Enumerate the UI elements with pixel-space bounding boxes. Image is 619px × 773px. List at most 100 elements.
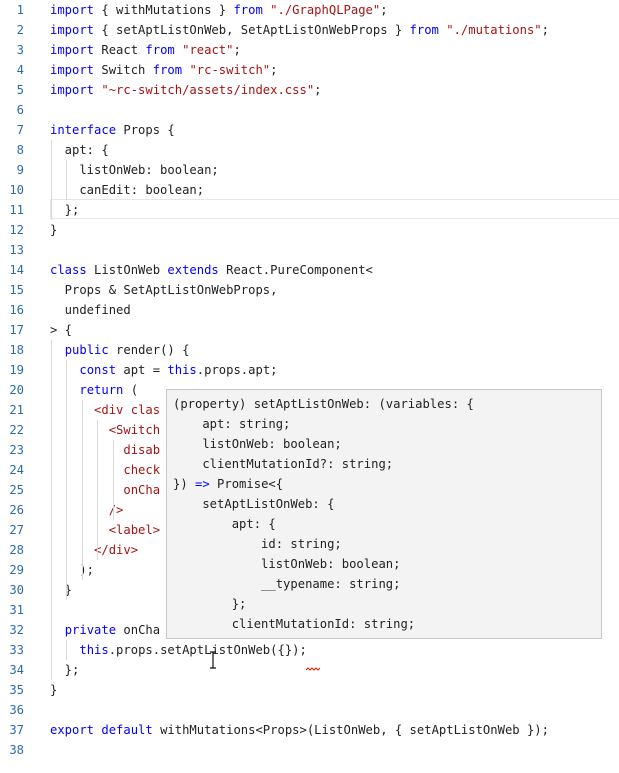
code-text: }; [50, 200, 80, 220]
code-line[interactable]: 38 [0, 740, 619, 760]
code-token: React.PureComponent< [218, 263, 373, 277]
code-token: "~rc-switch/assets/index.css" [101, 83, 315, 97]
line-number: 19 [9, 363, 24, 377]
code-line[interactable]: 36 [0, 700, 619, 720]
code-line[interactable]: 37 export default withMutations<Props>(Li… [0, 720, 619, 740]
code-text: public render() { [50, 340, 190, 360]
tooltip-line: __typename: string; [173, 574, 400, 594]
code-token: clas [130, 403, 161, 417]
code-line[interactable]: 11 }; [0, 200, 619, 220]
indent-guide [66, 640, 68, 660]
code-line[interactable]: 9 listOnWeb: boolean; [0, 160, 619, 180]
code-token: ( [123, 383, 139, 397]
code-line[interactable]: 15 Props & SetAptListOnWebProps, [0, 280, 619, 300]
tooltip-line: listOnWeb: boolean; [173, 434, 342, 454]
code-line[interactable]: 12} [0, 220, 619, 240]
code-line[interactable]: 13 [0, 240, 619, 260]
code-line[interactable]: 10 canEdit: boolean; [0, 180, 619, 200]
code-token: listOnWeb: boolean; [173, 437, 342, 451]
line-number: 38 [9, 743, 24, 757]
code-token: <div [94, 403, 124, 417]
code-token: disab [123, 443, 161, 457]
code-token: .props.apt; [196, 363, 278, 377]
code-token: import [50, 23, 95, 37]
code-text: interface Props { [50, 120, 175, 140]
code-token: .props.setAptListOnWeb({}); [108, 643, 307, 657]
tooltip-line: }) => Promise<{ [173, 474, 283, 494]
code-token: apt: { [50, 143, 109, 157]
line-number: 22 [9, 423, 24, 437]
code-token: }; [50, 203, 80, 217]
code-token: ; [380, 3, 388, 17]
code-token: } [50, 583, 73, 597]
line-number: 3 [16, 43, 24, 57]
code-text: listOnWeb: boolean; [50, 160, 219, 180]
code-token: ); [50, 563, 95, 577]
code-token: "./mutations" [446, 23, 542, 37]
code-token: public [64, 343, 109, 357]
tooltip-line: }; [173, 594, 247, 614]
line-number: 24 [9, 463, 24, 477]
tooltip-line: (property) setAptListOnWeb: (variables: … [173, 394, 474, 414]
code-line[interactable]: 3 import React from "react"; [0, 40, 619, 60]
code-token: listOnWeb: boolean; [173, 557, 401, 571]
code-line[interactable]: 17 > { [0, 320, 619, 340]
code-line[interactable]: 33 this.props.setAptListOnWeb({}); [0, 640, 619, 660]
code-token: withMutations<Props>(ListOnWeb, { setApt… [152, 723, 549, 737]
code-text: import { withMutations } from "./GraphQL… [50, 0, 388, 20]
code-line[interactable]: 16 undefined [0, 300, 619, 320]
code-token: listOnWeb: boolean; [50, 163, 219, 177]
code-token: __typename: string; [173, 577, 401, 591]
line-number: 5 [16, 83, 24, 97]
code-token: ; [233, 43, 241, 57]
code-line[interactable]: 7 interface Props { [0, 120, 619, 140]
line-number: 16 [9, 303, 24, 317]
code-text: import Switch from "rc-switch"; [50, 60, 278, 80]
code-token: }; [173, 597, 247, 611]
line-number: 14 [9, 263, 24, 277]
code-text: this.props.setAptListOnWeb({}); [50, 640, 307, 660]
code-token: from [145, 43, 175, 57]
code-token: => [195, 477, 210, 491]
indent-guide [81, 400, 83, 580]
indent-guide [112, 440, 114, 520]
code-line[interactable]: 4 import Switch from "rc-switch"; [0, 60, 619, 80]
code-line[interactable]: 18 public render() { [0, 340, 619, 360]
code-line[interactable]: 1 import { withMutations } from "./GraphQ… [0, 0, 619, 20]
line-number: 34 [9, 663, 24, 677]
hover-tooltip: (property) setAptListOnWeb: (variables: … [166, 389, 602, 639]
code-text: } [50, 580, 72, 600]
code-token: }; [50, 663, 80, 677]
code-line[interactable]: 14 class ListOnWeb extends React.PureComp… [0, 260, 619, 280]
code-line[interactable]: 35} [0, 680, 619, 700]
line-number: 15 [9, 283, 24, 297]
code-token: from [152, 63, 183, 77]
line-number: 25 [9, 483, 24, 497]
code-text: import { setAptListOnWeb, SetAptListOnWe… [50, 20, 549, 40]
code-token: "rc-switch" [189, 63, 271, 77]
code-token: onCha [123, 483, 161, 497]
code-editor[interactable]: 1 import { withMutations } from "./GraphQ… [0, 0, 619, 773]
code-token: extends [167, 263, 219, 277]
code-token: interface [50, 123, 117, 137]
code-token: /> [108, 503, 124, 517]
code-token: export [50, 723, 95, 737]
line-number: 29 [9, 563, 24, 577]
line-number: 8 [16, 143, 24, 157]
code-line[interactable]: 2 import { setAptListOnWeb, SetAptListOnW… [0, 20, 619, 40]
error-squiggle-icon [306, 667, 320, 671]
code-token: onCha [116, 623, 161, 637]
line-number: 36 [9, 703, 24, 717]
code-line[interactable]: 8 apt: { [0, 140, 619, 160]
code-line[interactable]: 5 import "~rc-switch/assets/index.css"; [0, 80, 619, 100]
line-number: 26 [9, 503, 24, 517]
code-text: class ListOnWeb extends React.PureCompon… [50, 260, 373, 280]
code-token: </div> [94, 543, 139, 557]
code-line[interactable]: 6 [0, 100, 619, 120]
code-line[interactable]: 19 const apt = this.props.apt; [0, 360, 619, 380]
code-token: from [233, 3, 263, 17]
code-token: "./GraphQLPage" [270, 3, 381, 17]
line-number: 18 [9, 343, 24, 357]
